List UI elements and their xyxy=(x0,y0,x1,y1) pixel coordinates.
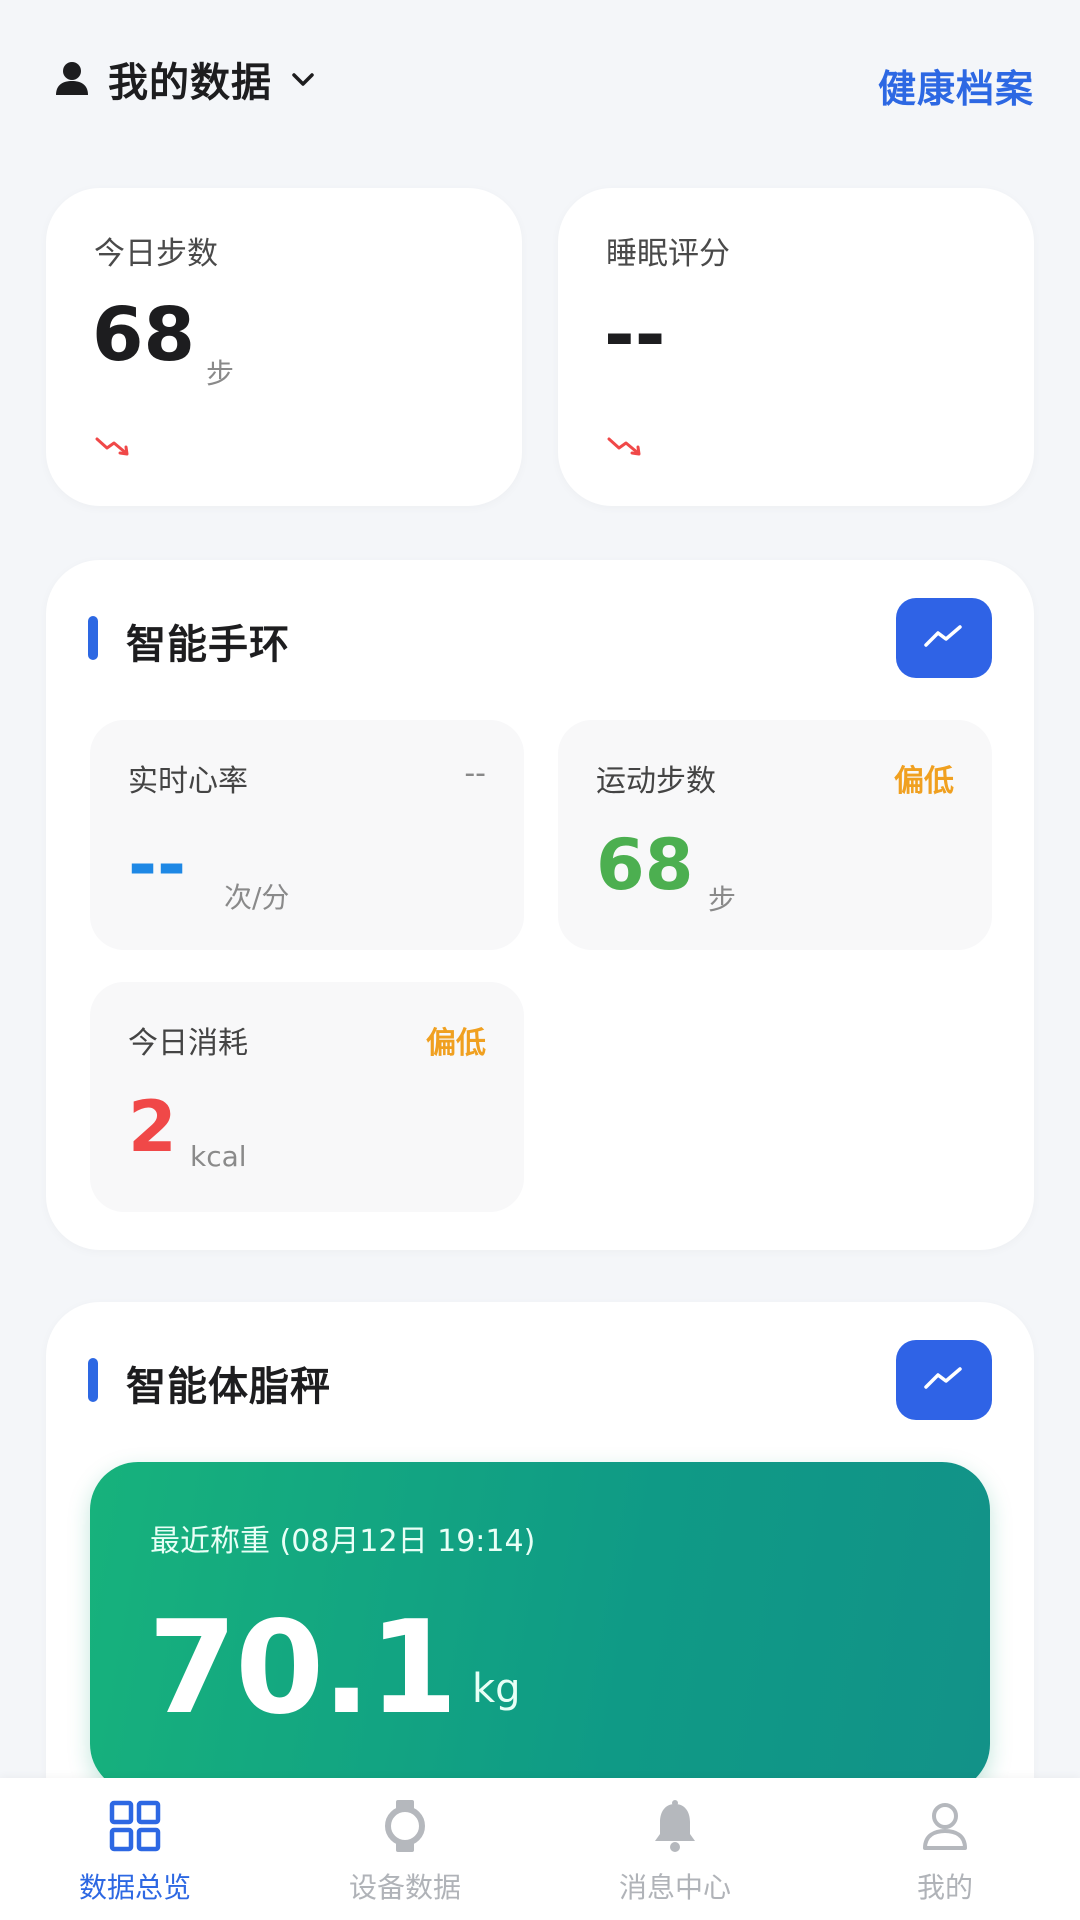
section-accent-bar xyxy=(88,1358,98,1402)
band-trend-chart-button[interactable] xyxy=(896,598,992,678)
trend-chart-icon xyxy=(922,621,966,655)
recent-weight-value: 70.1 xyxy=(148,1594,458,1743)
recent-weight-card[interactable]: 最近称重 (08月12日 19:14) 70.1 kg xyxy=(90,1462,990,1792)
calories-tile[interactable]: 今日消耗 偏低 2 kcal xyxy=(90,982,524,1212)
nav-item-device-data[interactable]: 设备数据 xyxy=(270,1778,540,1920)
nav-label: 消息中心 xyxy=(618,1871,731,1904)
user-icon xyxy=(52,59,92,99)
nav-item-mine[interactable]: 我的 xyxy=(810,1778,1080,1920)
heart-rate-value: -- xyxy=(128,824,187,906)
calories-status: 偏低 xyxy=(426,1026,486,1061)
exercise-steps-unit: 步 xyxy=(708,883,737,916)
exercise-steps-status: 偏低 xyxy=(894,764,954,799)
trend-down-icon xyxy=(94,434,134,458)
calories-label: 今日消耗 xyxy=(128,1026,248,1061)
exercise-steps-label: 运动步数 xyxy=(596,764,716,799)
watch-icon xyxy=(377,1798,433,1854)
heart-rate-status: -- xyxy=(464,756,486,791)
nav-label: 数据总览 xyxy=(78,1871,191,1904)
heart-rate-label: 实时心率 xyxy=(128,764,248,799)
calories-unit: kcal xyxy=(190,1140,247,1173)
smart-scale-title: 智能体脂秤 xyxy=(126,1364,331,1410)
bottom-nav: 数据总览 设备数据 消息中心 我的 xyxy=(0,1778,1080,1920)
recent-weight-unit: kg xyxy=(472,1666,521,1712)
exercise-steps-tile[interactable]: 运动步数 偏低 68 步 xyxy=(558,720,992,950)
scale-trend-chart-button[interactable] xyxy=(896,1340,992,1420)
grid-icon xyxy=(107,1798,163,1854)
nav-item-message-center[interactable]: 消息中心 xyxy=(540,1778,810,1920)
steps-summary-label: 今日步数 xyxy=(94,236,218,272)
trend-chart-icon xyxy=(922,1363,966,1397)
sleep-summary-label: 睡眠评分 xyxy=(606,236,730,272)
steps-summary-card[interactable]: 今日步数 68 步 xyxy=(46,188,522,506)
profile-icon xyxy=(917,1798,973,1854)
heart-rate-tile[interactable]: 实时心率 -- -- 次/分 xyxy=(90,720,524,950)
health-record-link[interactable]: 健康档案 xyxy=(878,58,1034,113)
chevron-down-icon[interactable] xyxy=(288,64,318,94)
page-title: 我的数据 xyxy=(108,60,272,106)
bell-icon xyxy=(647,1798,703,1854)
steps-summary-unit: 步 xyxy=(206,357,235,390)
steps-summary-value: 68 xyxy=(92,292,195,378)
calories-value: 2 xyxy=(128,1086,177,1168)
heart-rate-unit: 次/分 xyxy=(224,881,290,914)
trend-down-icon xyxy=(606,434,646,458)
section-accent-bar xyxy=(88,616,98,660)
nav-label: 我的 xyxy=(916,1871,973,1904)
nav-item-data-overview[interactable]: 数据总览 xyxy=(0,1778,270,1920)
sleep-summary-value: -- xyxy=(604,292,666,378)
smart-band-title: 智能手环 xyxy=(126,622,290,668)
recent-weight-label: 最近称重 (08月12日 19:14) xyxy=(150,1524,536,1559)
exercise-steps-value: 68 xyxy=(596,824,694,906)
nav-label: 设备数据 xyxy=(348,1871,461,1904)
smart-band-card: 智能手环 实时心率 -- -- 次/分 运动步数 偏低 68 步 今日消耗 偏低… xyxy=(46,560,1034,1250)
sleep-summary-card[interactable]: 睡眠评分 -- xyxy=(558,188,1034,506)
data-selector[interactable]: 我的数据 xyxy=(52,52,318,106)
